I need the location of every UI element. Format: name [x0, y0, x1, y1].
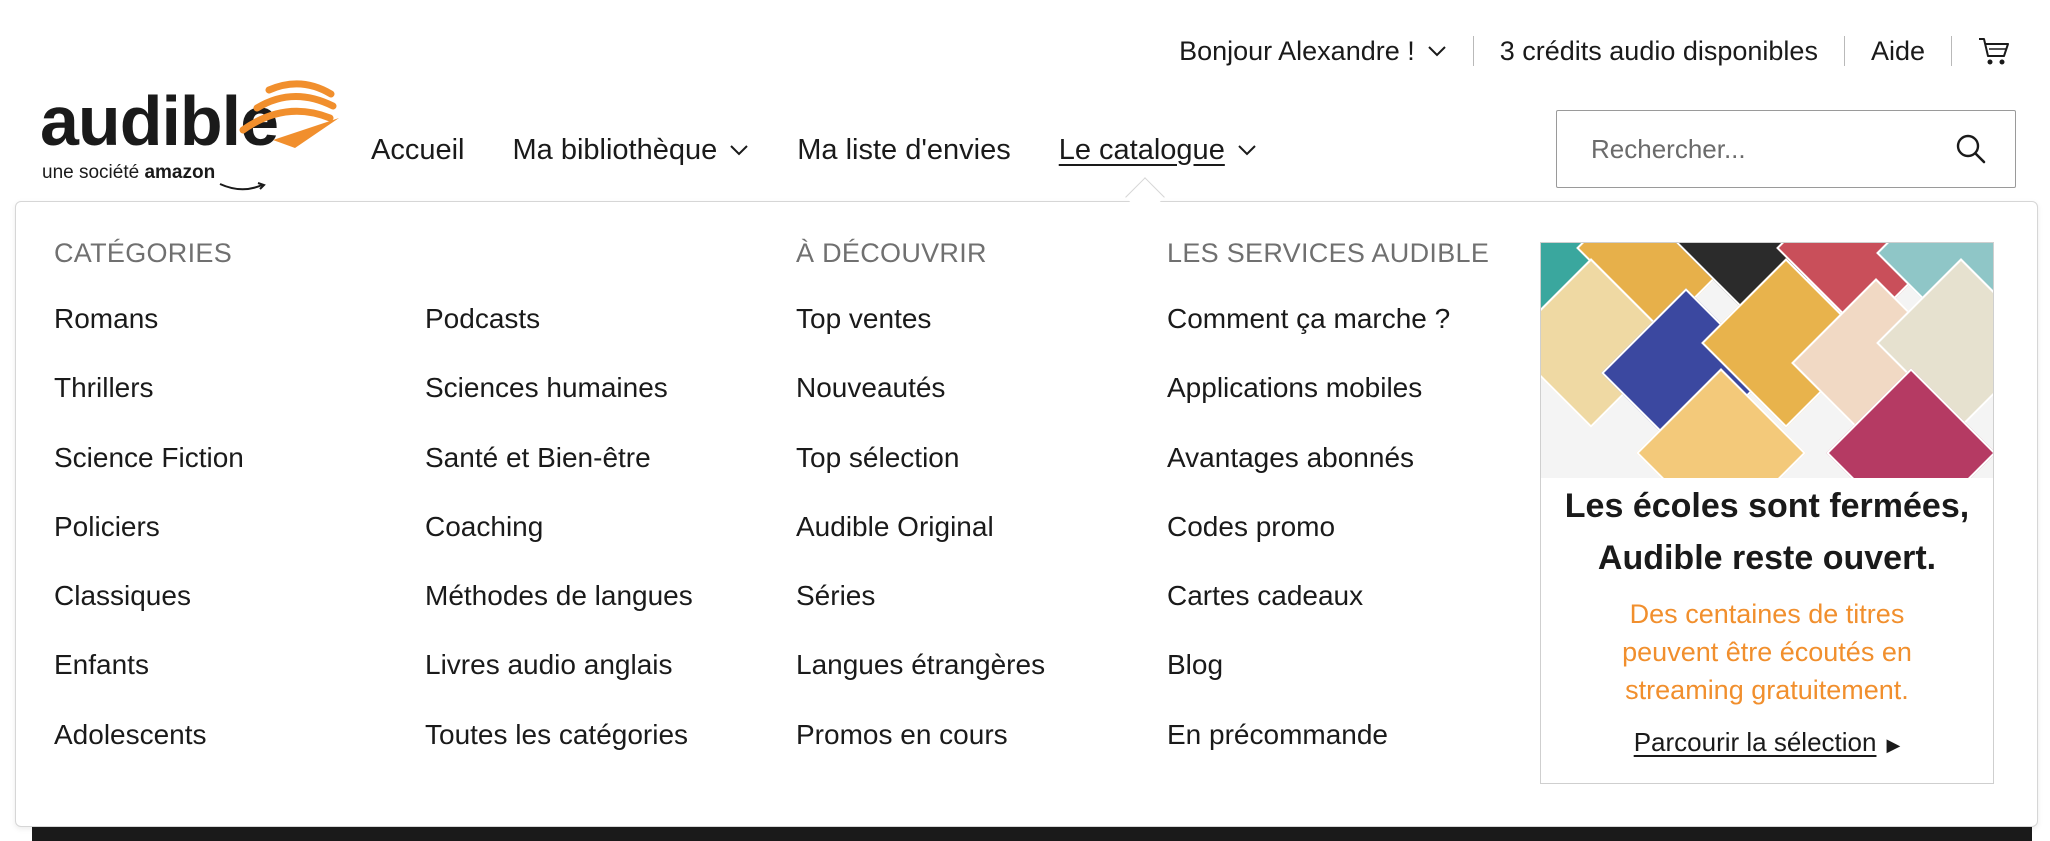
help-text: Aide [1870, 35, 1925, 66]
chevron-down-icon [730, 145, 748, 156]
main-nav: Accueil Ma bibliothèque Ma liste d'envie… [371, 126, 1305, 174]
catalog-dropdown: CATÉGORIES Romans Thrillers Science Fictio… [15, 201, 2038, 827]
categories-list-1: Romans Thrillers Science Fiction Policiers C… [54, 294, 244, 779]
category-item[interactable]: Livres audio anglais [425, 640, 693, 709]
category-item[interactable]: Podcasts [425, 294, 693, 363]
category-item[interactable]: Coaching [425, 502, 693, 571]
search-input[interactable] [1591, 133, 1955, 165]
credits-text: 3 crédits audio disponibles [1499, 35, 1818, 66]
category-item[interactable]: Enfants [54, 640, 244, 709]
promo-browse-link[interactable]: Parcourir la sélection ▶ [1541, 727, 1993, 758]
logo-tagline: une société amazon [42, 162, 215, 184]
categories-column-2: Podcasts Sciences humaines Santé et Bien-ê… [425, 238, 693, 779]
discover-item[interactable]: Promos en cours [796, 710, 1045, 779]
utility-bar: Bonjour Alexandre ! 3 crédits audio disp… [1179, 30, 2010, 72]
promo-sub-line3: streaming gratuitement. [1625, 675, 1909, 705]
nav-catalog[interactable]: Le catalogue [1059, 134, 1257, 167]
nav-wishlist-label: Ma liste d'envies [797, 133, 1011, 166]
service-item[interactable]: Cartes cadeaux [1167, 571, 1489, 640]
promo-headline-line2: Audible reste ouvert. [1597, 539, 1937, 577]
categories-column: CATÉGORIES Romans Thrillers Science Fictio… [54, 238, 244, 779]
promo-headline: Les écoles sont fermées, Audible reste o… [1541, 480, 1993, 584]
credits-link[interactable]: 3 crédits audio disponibles [1500, 36, 1818, 67]
divider [1843, 36, 1845, 66]
category-item[interactable]: Thrillers [54, 363, 244, 432]
tagline-prefix: une société [42, 162, 140, 183]
cart-button[interactable] [1978, 36, 2010, 66]
discover-item[interactable]: Top ventes [796, 294, 1045, 363]
services-heading: LES SERVICES AUDIBLE [1167, 238, 1490, 268]
greeting-text: Bonjour Alexandre ! [1179, 35, 1415, 66]
nav-library-label: Ma bibliothèque [512, 133, 718, 166]
promo-book-covers-image [1541, 243, 1993, 478]
discover-item[interactable]: Top sélection [796, 433, 1045, 502]
service-item[interactable]: En précommande [1167, 710, 1489, 779]
promo-card[interactable]: Les écoles sont fermées, Audible reste o… [1540, 242, 1994, 784]
discover-heading: À DÉCOUVRIR [796, 238, 987, 268]
chevron-down-icon [1428, 46, 1446, 57]
category-item[interactable]: Sciences humaines [425, 363, 693, 432]
promo-subtext: Des centaines de titres peuvent être éco… [1541, 595, 1993, 709]
sound-waves-icon [239, 80, 339, 148]
search-icon[interactable] [1955, 133, 1987, 165]
search-box [1556, 110, 2016, 188]
account-menu[interactable]: Bonjour Alexandre ! [1179, 36, 1447, 67]
amazon-smile-icon [219, 182, 266, 191]
audible-logo[interactable]: audible une société amazon [40, 78, 339, 191]
hero-banner-edge [32, 827, 2032, 841]
nav-library[interactable]: Ma bibliothèque [513, 134, 750, 167]
categories-heading: CATÉGORIES [54, 238, 233, 268]
promo-headline-line1: Les écoles sont fermées, [1564, 487, 1970, 525]
category-item[interactable]: Santé et Bien-être [425, 433, 693, 502]
category-item[interactable]: Science Fiction [54, 433, 244, 502]
category-item[interactable]: Méthodes de langues [425, 571, 693, 640]
services-list: Comment ça marche ? Applications mobiles A… [1167, 294, 1489, 779]
discover-column: À DÉCOUVRIR Top ventes Nouveautés Top séle… [796, 238, 1045, 779]
service-item[interactable]: Comment ça marche ? [1167, 294, 1489, 363]
category-item[interactable]: Classiques [54, 571, 244, 640]
promo-cta-label: Parcourir la sélection [1633, 727, 1877, 757]
divider [1472, 36, 1474, 66]
categories-list-2: Podcasts Sciences humaines Santé et Bien-ê… [425, 294, 693, 779]
play-arrow-icon: ▶ [1886, 735, 1901, 755]
discover-item[interactable]: Langues étrangères [796, 640, 1045, 709]
discover-item[interactable]: Audible Original [796, 502, 1045, 571]
help-link[interactable]: Aide [1871, 36, 1925, 67]
promo-sub-line2: peuvent être écoutés en [1622, 637, 1912, 667]
nav-wishlist[interactable]: Ma liste d'envies [797, 134, 1010, 167]
promo-sub-line1: Des centaines de titres [1629, 599, 1905, 629]
service-item[interactable]: Avantages abonnés [1167, 433, 1489, 502]
tagline-brand: amazon [144, 162, 216, 183]
discover-item[interactable]: Nouveautés [796, 363, 1045, 432]
nav-home[interactable]: Accueil [371, 134, 465, 167]
services-column: LES SERVICES AUDIBLE Comment ça marche ?… [1167, 238, 1489, 779]
category-item[interactable]: Adolescents [54, 710, 244, 779]
chevron-down-icon [1238, 145, 1256, 156]
category-item[interactable]: Toutes les catégories [425, 710, 693, 779]
category-item[interactable]: Policiers [54, 502, 244, 571]
discover-list: Top ventes Nouveautés Top sélection Audible… [796, 294, 1045, 779]
service-item[interactable]: Codes promo [1167, 502, 1489, 571]
category-item[interactable]: Romans [54, 294, 244, 363]
service-item[interactable]: Blog [1167, 640, 1489, 709]
nav-catalog-label: Le catalogue [1058, 133, 1225, 166]
cart-icon [1979, 38, 2009, 65]
discover-item[interactable]: Séries [796, 571, 1045, 640]
divider [1951, 36, 1952, 66]
nav-home-label: Accueil [371, 133, 465, 166]
service-item[interactable]: Applications mobiles [1167, 363, 1489, 432]
